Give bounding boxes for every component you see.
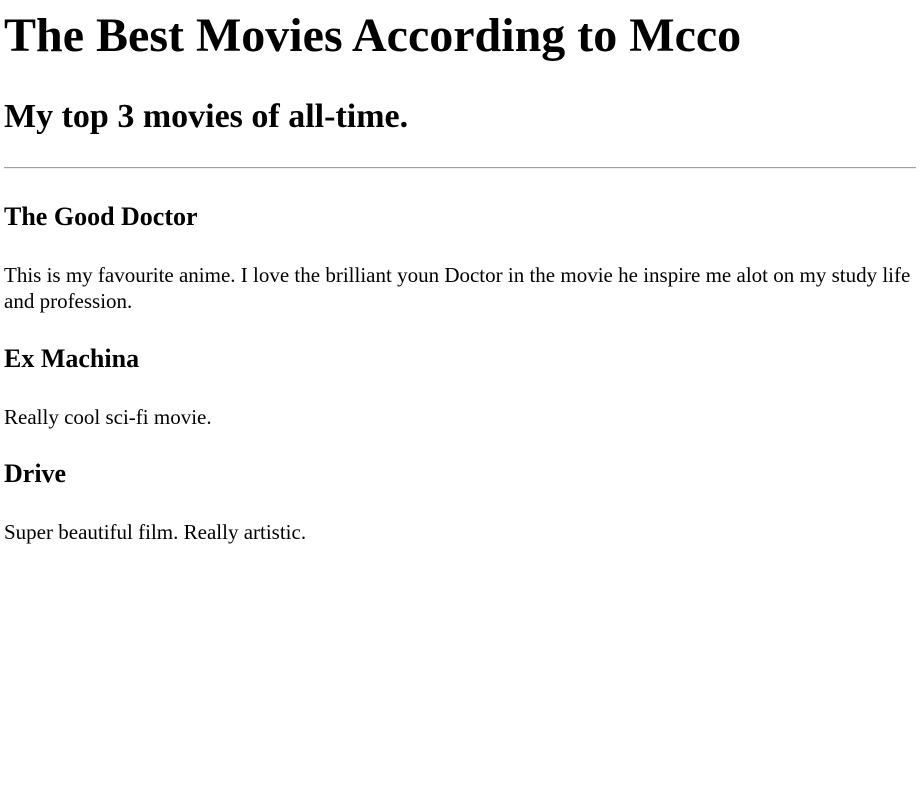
page-title: The Best Movies According to Mcco: [4, 9, 742, 62]
movie-item-drive: Drive Super beautiful film. Really artis…: [4, 459, 916, 545]
movie-list: The Good Doctor This is my favourite ani…: [4, 202, 916, 545]
movie-item-the-good-doctor: The Good Doctor This is my favourite ani…: [4, 202, 916, 314]
movie-title: Drive: [4, 458, 67, 488]
divider: [4, 167, 916, 170]
movie-description: This is my favourite anime. I love the b…: [4, 263, 911, 314]
movie-item-ex-machina: Ex Machina Really cool sci-fi movie.: [4, 344, 916, 430]
movie-title: Ex Machina: [4, 343, 140, 373]
movie-title: The Good Doctor: [4, 202, 198, 232]
movie-description: Really cool sci-fi movie.: [4, 404, 212, 429]
page-subtitle: My top 3 movies of all-time.: [4, 98, 409, 136]
movie-description: Super beautiful film. Really artistic.: [4, 519, 307, 544]
